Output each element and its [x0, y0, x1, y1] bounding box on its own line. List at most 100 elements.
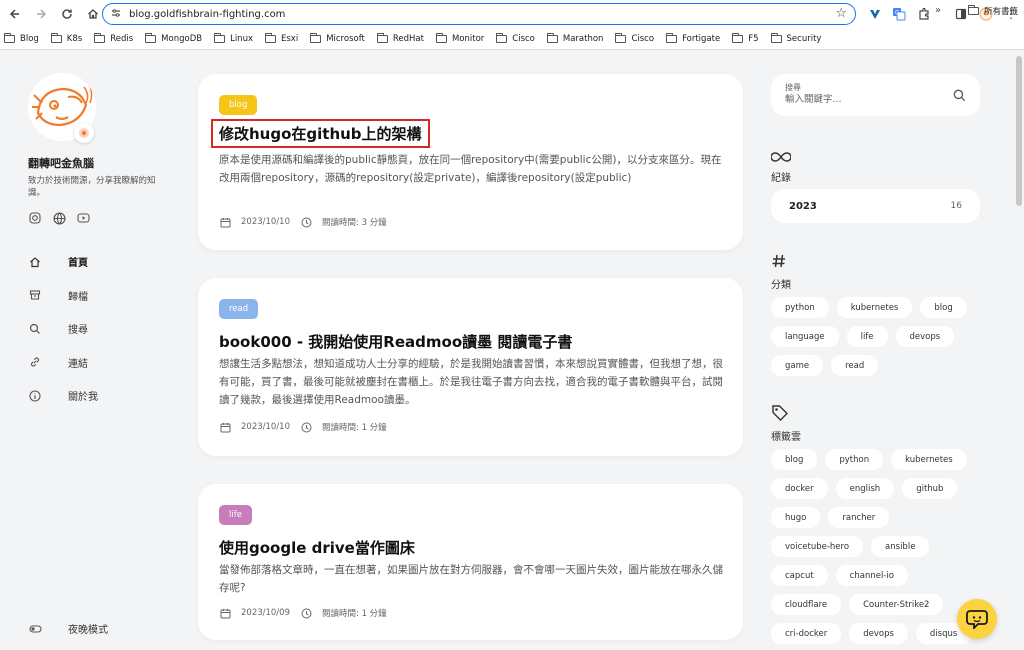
site-description: 致力於技術開源，分享我瞭解的知識。: [28, 176, 156, 198]
folder-icon: [615, 32, 627, 43]
bookmark-item[interactable]: Cisco: [496, 32, 535, 44]
folder-icon: [770, 32, 782, 43]
post-tag[interactable]: life: [219, 505, 252, 525]
tag-chip[interactable]: voicetube-hero: [771, 536, 864, 557]
translate-icon[interactable]: G: [890, 5, 908, 23]
category-chip[interactable]: game: [771, 355, 824, 376]
folder-icon: [94, 32, 106, 43]
tag-chip[interactable]: Counter-Strike2: [849, 594, 944, 615]
bookmark-item[interactable]: K8s: [50, 32, 82, 44]
tag-chip[interactable]: python: [825, 449, 884, 470]
tag-chip[interactable]: hugo: [771, 507, 821, 528]
menu-item-home[interactable]: 首頁: [28, 245, 98, 279]
extension-v-icon[interactable]: [866, 5, 884, 23]
category-chip[interactable]: python: [771, 297, 829, 318]
tags-title: 標籤雲: [771, 432, 801, 443]
bookmark-star-icon[interactable]: ☆: [835, 6, 847, 21]
page-scrollbar[interactable]: [1016, 56, 1022, 206]
bookmark-item[interactable]: F5: [732, 32, 759, 44]
category-chip[interactable]: blog: [920, 297, 967, 318]
tag-chip[interactable]: cri-docker: [771, 623, 842, 644]
folder-icon: [546, 32, 558, 43]
tag-chip[interactable]: english: [835, 478, 895, 499]
category-chip[interactable]: read: [831, 355, 879, 376]
bookmark-item[interactable]: Monitor: [435, 32, 484, 44]
menu-item-search[interactable]: 搜尋: [28, 312, 98, 346]
extensions-icon[interactable]: [915, 5, 933, 23]
tag-chip[interactable]: rancher: [828, 507, 890, 528]
bookmark-item[interactable]: Cisco: [615, 32, 654, 44]
folder-icon: [435, 32, 447, 43]
tag-chip[interactable]: ansible: [871, 536, 930, 557]
calendar-icon: [219, 216, 231, 228]
site-title[interactable]: 翻轉吧金魚腦: [28, 155, 94, 171]
post-title[interactable]: 修改hugo在github上的架構: [211, 119, 430, 148]
post-date: 2023/10/10: [241, 422, 290, 432]
bookmark-item[interactable]: Fortigate: [666, 32, 720, 44]
archive-year: 2023: [789, 200, 817, 212]
menu-item-about[interactable]: 關於我: [28, 379, 98, 413]
dark-mode-label: 夜晚模式: [68, 625, 108, 636]
link-icon: [28, 355, 42, 369]
tag-chip[interactable]: devops: [849, 623, 908, 644]
avatar-emoji-badge: [74, 123, 94, 143]
tag-chip[interactable]: capcut: [771, 565, 828, 586]
chat-button[interactable]: [957, 599, 997, 639]
post-card[interactable]: life 使用google drive當作圖床 當發佈部落格文章時，一直在想著，…: [198, 484, 743, 640]
bookmark-label: Blog: [20, 33, 39, 44]
post-card[interactable]: read book000 - 我開始使用Readmoo讀墨 閱讀電子書 想讓生活…: [198, 278, 743, 456]
category-chip[interactable]: kubernetes: [836, 297, 913, 318]
post-summary: 想讓生活多點想法，想知道成功人士分享的經驗，於是我開始讀書習慣，本來想說買實體書…: [219, 358, 723, 406]
globe-icon[interactable]: [52, 211, 66, 225]
tag-chip[interactable]: cloudflare: [771, 594, 842, 615]
post-summary: 原本是使用源碼和編譯後的public靜態頁，放在同一個repository中(需…: [219, 154, 722, 184]
tag-chip[interactable]: docker: [771, 478, 828, 499]
bookmark-item[interactable]: MongoDB: [145, 32, 202, 44]
archive-year-row[interactable]: 2023 16: [771, 189, 980, 223]
search-widget: 搜尋: [771, 74, 980, 116]
tag-chip[interactable]: github: [902, 478, 958, 499]
reading-time: 閱讀時間: 1 分鐘: [322, 423, 387, 433]
bookmark-item[interactable]: Esxi: [264, 32, 298, 44]
bookmark-item[interactable]: RedHat: [376, 32, 424, 44]
bookmark-item[interactable]: Linux: [214, 32, 253, 44]
menu-item-archive[interactable]: 歸檔: [28, 279, 98, 313]
bookmark-item[interactable]: Microsoft: [310, 32, 365, 44]
instagram-icon[interactable]: [28, 211, 42, 225]
post-tag[interactable]: blog: [219, 95, 258, 115]
site-info-icon[interactable]: [111, 8, 123, 21]
back-icon[interactable]: [4, 3, 26, 25]
tag-chip[interactable]: kubernetes: [891, 449, 967, 470]
folder-icon: [145, 32, 157, 43]
home-icon[interactable]: [82, 3, 104, 25]
bookmark-item[interactable]: Redis: [94, 32, 133, 44]
post-tag[interactable]: read: [219, 299, 259, 319]
social-links: [28, 211, 90, 225]
dark-mode-toggle[interactable]: 夜晚模式: [28, 621, 108, 636]
all-bookmarks-label: 所有書籤: [984, 7, 1019, 17]
search-input[interactable]: [785, 94, 945, 105]
tag-chip[interactable]: blog: [771, 449, 818, 470]
post-title[interactable]: book000 - 我開始使用Readmoo讀墨 閱讀電子書: [219, 331, 572, 352]
youtube-icon[interactable]: [76, 211, 90, 225]
home-icon: [28, 255, 42, 269]
reload-icon[interactable]: [56, 3, 78, 25]
category-chip[interactable]: life: [846, 326, 888, 347]
search-icon[interactable]: [953, 87, 967, 102]
bookmark-item[interactable]: Blog: [4, 32, 39, 44]
post-meta: 2023/10/09 閱讀時間: 1 分鐘: [219, 607, 387, 619]
forward-icon[interactable]: [30, 3, 52, 25]
post-card[interactable]: blog 修改hugo在github上的架構 原本是使用源碼和編譯後的publi…: [198, 74, 743, 250]
address-bar[interactable]: blog.goldfishbrain-fighting.com ☆: [102, 3, 856, 25]
bookmark-item[interactable]: Marathon: [546, 32, 603, 44]
bookmarks-more-icon[interactable]: »: [935, 5, 941, 16]
menu-item-links[interactable]: 連結: [28, 346, 98, 380]
bookmark-item[interactable]: Security: [770, 32, 821, 44]
calendar-icon: [219, 607, 231, 619]
category-chip[interactable]: devops: [895, 326, 955, 347]
all-bookmarks-button[interactable]: 所有書籤: [968, 5, 1018, 17]
category-chip[interactable]: language: [771, 326, 839, 347]
post-title[interactable]: 使用google drive當作圖床: [219, 537, 415, 558]
chat-icon: [966, 610, 988, 629]
tag-chip[interactable]: channel-io: [835, 565, 908, 586]
